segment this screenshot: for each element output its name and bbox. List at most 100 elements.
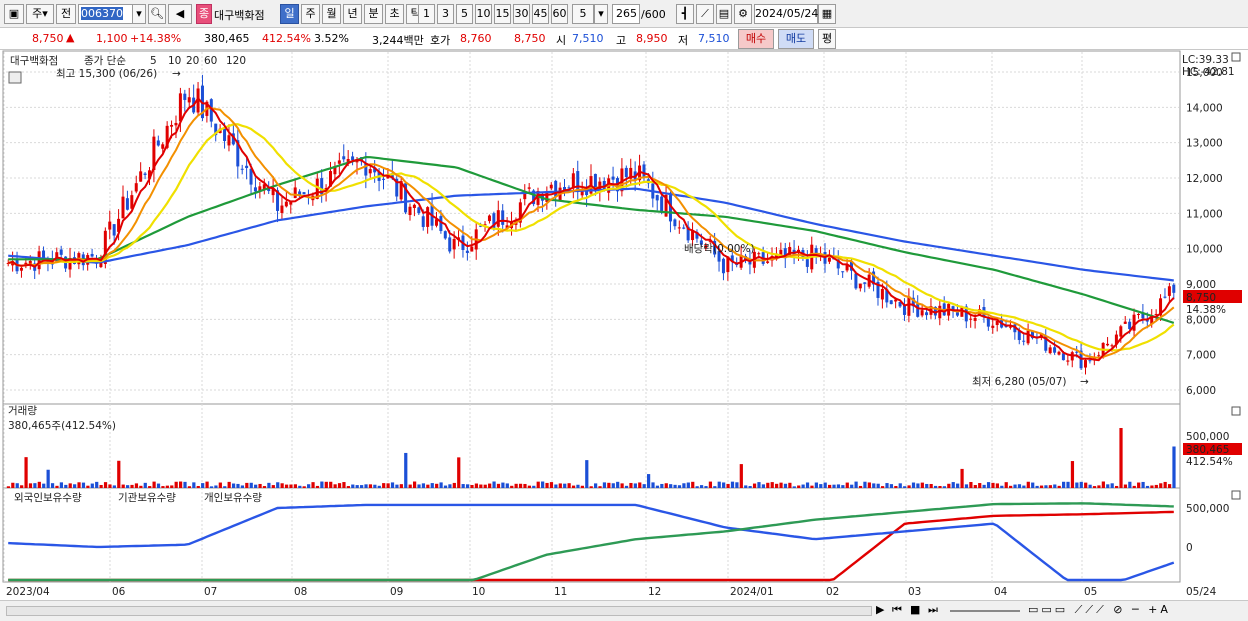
candle-body	[682, 227, 686, 229]
volume-bar	[103, 482, 108, 488]
volume-bar	[492, 481, 496, 488]
candle-body	[368, 169, 372, 174]
volume-bar	[797, 485, 801, 488]
volume-bar	[589, 486, 593, 488]
interval-button[interactable]: 60	[551, 4, 568, 24]
stop-icon[interactable]: ■	[910, 603, 920, 616]
market-select[interactable]: 주▾	[26, 4, 54, 24]
scroll-right-icon[interactable]: ▶	[876, 603, 884, 616]
horizontal-scrollbar[interactable]	[6, 606, 872, 616]
volume-bar	[209, 486, 214, 488]
candle-body	[1110, 345, 1114, 347]
interval-value[interactable]: 5	[572, 4, 594, 24]
volume-bar	[907, 485, 911, 488]
volume-bar	[399, 484, 403, 488]
interval-button[interactable]: 45	[532, 4, 549, 24]
interval-button[interactable]: 30	[513, 4, 530, 24]
volume-bar	[576, 484, 580, 488]
type-button[interactable]: 전	[56, 4, 76, 24]
x-tick-label: 02	[826, 586, 839, 598]
period-tab[interactable]: 일	[280, 4, 299, 24]
volume-bar	[541, 481, 545, 488]
draw-tool-icon[interactable]: ⟋	[696, 4, 714, 24]
date-input[interactable]: 2024/05/24	[754, 4, 818, 24]
candle-icon[interactable]: ┫	[676, 4, 694, 24]
period-tab[interactable]: 초	[385, 4, 404, 24]
volume-bar	[227, 481, 231, 488]
interval-button[interactable]: 1	[418, 4, 435, 24]
interval-button[interactable]: 3	[437, 4, 454, 24]
calendar-icon[interactable]: ▦	[818, 4, 836, 24]
code-dropdown-icon[interactable]: ▾	[132, 4, 146, 24]
high-price: 8,950	[636, 32, 668, 45]
interval-dropdown-icon[interactable]: ▾	[594, 4, 608, 24]
volume-value: 380,465	[204, 32, 250, 45]
volume-bar	[973, 485, 977, 488]
volume-bar	[858, 485, 863, 488]
buy-button[interactable]: 매수	[738, 29, 774, 49]
volume-bar	[523, 483, 527, 488]
period-tab[interactable]: 년	[343, 4, 362, 24]
rewind-icon[interactable]: ⏮	[892, 603, 902, 617]
gear-icon[interactable]: ⚙	[734, 4, 752, 24]
volume-bar	[42, 483, 46, 488]
period-tab[interactable]: 분	[364, 4, 383, 24]
tool-icons[interactable]: ▭▭▭ ⟋⟋⟋ ⊘ ─ +A	[1028, 603, 1171, 617]
volume-bar	[311, 482, 315, 488]
bar-max: /600	[641, 8, 666, 21]
volume-bar	[554, 484, 558, 488]
volume-bar	[156, 483, 161, 488]
period-tab[interactable]: 주	[301, 4, 320, 24]
sell-button[interactable]: 매도	[778, 29, 814, 49]
volume-bar	[695, 486, 699, 488]
period-tab[interactable]: 월	[322, 4, 341, 24]
candle-body	[245, 165, 249, 169]
volume-bar	[1114, 485, 1119, 488]
x-tick-label: 05/24	[1186, 586, 1217, 598]
speaker-icon[interactable]: ◀	[168, 4, 192, 24]
candle-body	[408, 206, 412, 215]
candle-body	[1083, 360, 1087, 368]
low-label: 저	[678, 34, 689, 47]
interval-button[interactable]: 15	[494, 4, 511, 24]
interval-button[interactable]: 5	[456, 4, 473, 24]
volume-bar	[496, 483, 501, 488]
window-icon[interactable]: ▣	[4, 4, 24, 24]
eval-button[interactable]: 평	[818, 29, 836, 49]
search-icon[interactable]: 🔍︎	[148, 4, 166, 24]
volume-bar	[880, 486, 885, 488]
save-icon[interactable]: ▤	[716, 4, 732, 24]
volume-bar	[510, 485, 514, 488]
volume-bar	[903, 486, 907, 488]
dividend-note: 배당락(0.00%)	[684, 243, 755, 255]
candle-body	[421, 216, 425, 227]
candle-body	[1053, 347, 1057, 353]
price-panel-close-icon[interactable]	[1231, 52, 1241, 62]
calc-icon[interactable]	[8, 71, 22, 84]
candle-body	[19, 267, 23, 271]
candle-body	[187, 97, 191, 103]
volume-bar	[642, 484, 646, 488]
candle-body	[470, 246, 474, 252]
volume-bar	[1070, 461, 1075, 488]
y-tick-label: 13,000	[1186, 138, 1223, 150]
volume-bar	[64, 484, 68, 488]
volume-bar	[894, 485, 898, 488]
volume-bar	[28, 483, 33, 488]
volume-bar	[386, 483, 390, 488]
volume-bar	[638, 482, 642, 488]
volume-bar	[558, 483, 562, 488]
volume-bar	[1084, 482, 1088, 488]
chart-area[interactable]: 대구백화점 종가 단순 5 10 20 60 120 최고 15,300 (06…	[0, 50, 1248, 600]
volume-panel-close-icon[interactable]	[1231, 406, 1241, 416]
candle-body	[161, 144, 165, 149]
interval-button[interactable]: 10	[475, 4, 492, 24]
forward-icon[interactable]: ⏭	[928, 603, 938, 617]
volume-bar	[1039, 485, 1044, 488]
zoom-slider[interactable]	[950, 610, 1020, 612]
volume-bar	[585, 460, 589, 488]
bar-count-input[interactable]: 265	[612, 4, 640, 24]
holding-panel-close-icon[interactable]	[1231, 490, 1241, 500]
volume-bar	[302, 486, 306, 488]
volume-bar	[775, 483, 779, 488]
